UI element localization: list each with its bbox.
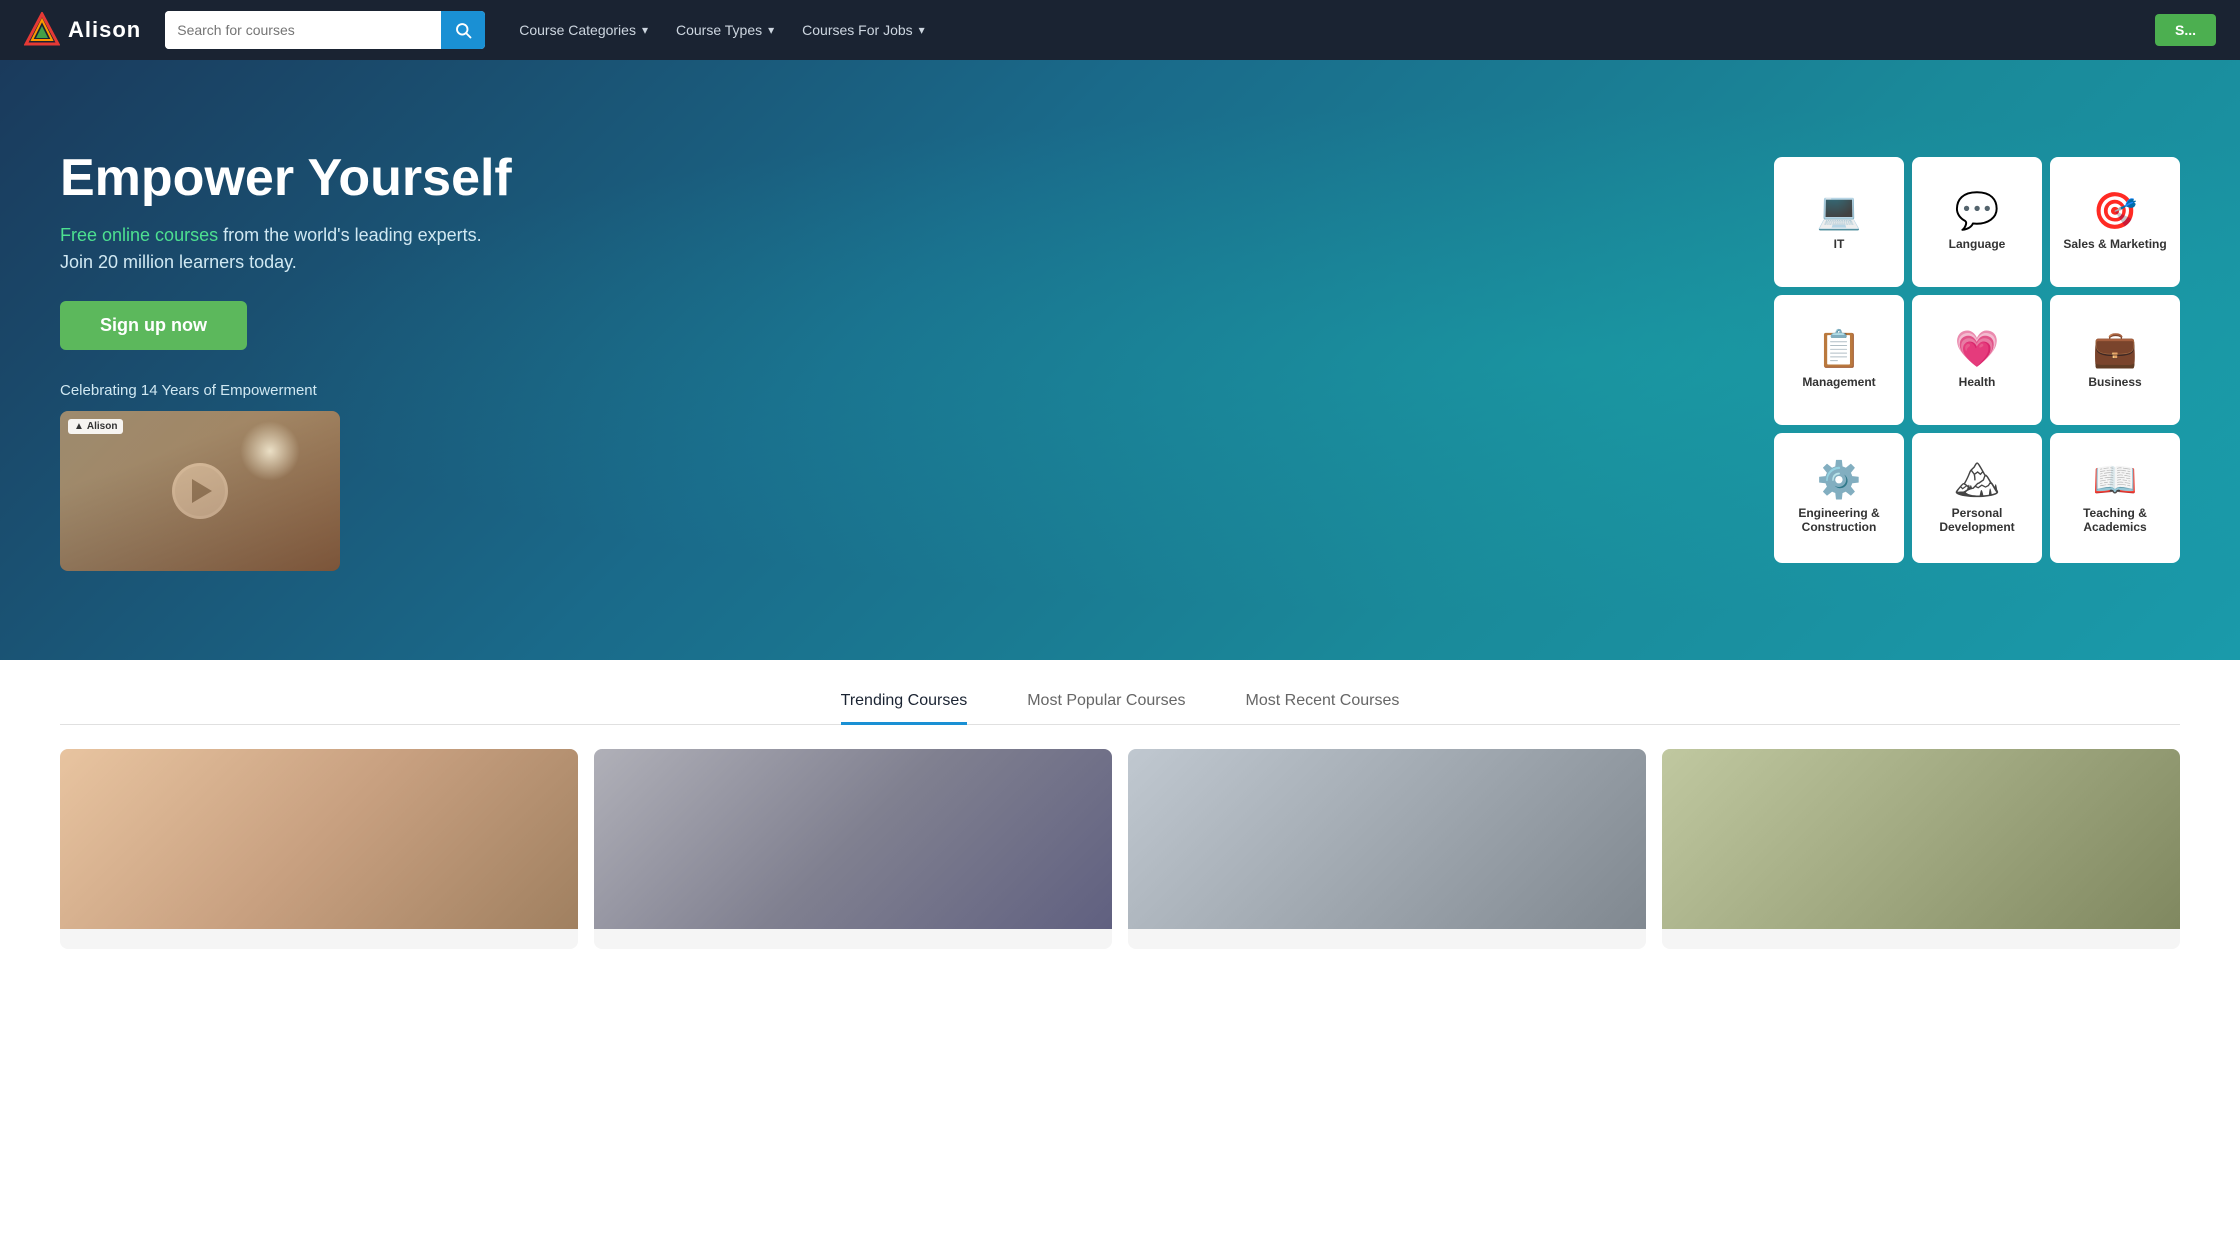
search-input[interactable] <box>165 11 441 49</box>
course-image-4 <box>1662 749 2180 929</box>
management-icon: 📋 <box>1817 331 1862 367</box>
category-card-sales-marketing[interactable]: 🎯 Sales & Marketing <box>2050 157 2180 287</box>
video-background <box>60 411 340 571</box>
course-image-1 <box>60 749 578 929</box>
navbar: Alison Course Categories ▾ Course Types … <box>0 0 2240 60</box>
teaching-academics-label: Teaching & Academics <box>2062 506 2168 534</box>
category-card-it[interactable]: 💻 IT <box>1774 157 1904 287</box>
it-label: IT <box>1834 237 1845 251</box>
course-card-2[interactable] <box>594 749 1112 949</box>
logo-icon <box>24 12 60 48</box>
teaching-academics-icon: 📖 <box>2093 462 2138 498</box>
management-label: Management <box>1802 375 1875 389</box>
hero-subtitle: Free online courses from the world's lea… <box>60 225 1734 246</box>
hero-section: Empower Yourself Free online courses fro… <box>0 60 2240 660</box>
nav-links: Course Categories ▾ Course Types ▾ Cours… <box>509 16 934 44</box>
category-card-business[interactable]: 💼 Business <box>2050 295 2180 425</box>
course-card-1[interactable] <box>60 749 578 949</box>
hero-signup-button[interactable]: Sign up now <box>60 301 247 350</box>
hero-title: Empower Yourself <box>60 149 1734 209</box>
category-grid: 💻 IT 💬 Language 🎯 Sales & Marketing 📋 Ma… <box>1774 157 2180 563</box>
alison-logo-small: ▲ <box>74 421 84 432</box>
category-card-health[interactable]: 💗 Health <box>1912 295 2042 425</box>
tab-most-recent-courses[interactable]: Most Recent Courses <box>1246 692 1400 725</box>
courses-section: Trending Courses Most Popular Courses Most… <box>0 660 2240 973</box>
hero-subtitle-rest: from the world's leading experts. <box>218 225 482 245</box>
signup-nav-button[interactable]: S... <box>2155 14 2216 46</box>
logo[interactable]: Alison <box>24 12 141 48</box>
video-thumbnail[interactable]: ▲ Alison <box>60 411 340 571</box>
health-icon: 💗 <box>1955 331 2000 367</box>
category-card-personal-development[interactable]: 🏔 Personal Development <box>1912 433 2042 563</box>
video-brand-label: ▲ Alison <box>68 419 123 434</box>
sales-marketing-icon: 🎯 <box>2093 193 2138 229</box>
search-button[interactable] <box>441 11 485 49</box>
category-card-language[interactable]: 💬 Language <box>1912 157 2042 287</box>
tab-trending-courses[interactable]: Trending Courses <box>841 692 968 725</box>
nav-course-categories[interactable]: Course Categories ▾ <box>509 16 658 44</box>
engineering-label: Engineering & Construction <box>1786 506 1892 534</box>
category-card-management[interactable]: 📋 Management <box>1774 295 1904 425</box>
nav-course-types[interactable]: Course Types ▾ <box>666 16 784 44</box>
category-card-engineering[interactable]: ⚙️ Engineering & Construction <box>1774 433 1904 563</box>
language-icon: 💬 <box>1955 193 2000 229</box>
course-image-2 <box>594 749 1112 929</box>
it-icon: 💻 <box>1817 193 1862 229</box>
tab-most-popular-courses[interactable]: Most Popular Courses <box>1027 692 1185 725</box>
engineering-icon: ⚙️ <box>1817 462 1862 498</box>
logo-text: Alison <box>68 17 141 43</box>
course-image-3 <box>1128 749 1646 929</box>
celebrating-text: Celebrating 14 Years of Empowerment <box>60 382 1734 399</box>
courses-row <box>60 749 2180 973</box>
course-card-3[interactable] <box>1128 749 1646 949</box>
tabs-row: Trending Courses Most Popular Courses Most… <box>60 692 2180 725</box>
chevron-down-icon: ▾ <box>642 23 648 37</box>
health-label: Health <box>1959 375 1996 389</box>
category-card-teaching-academics[interactable]: 📖 Teaching & Academics <box>2050 433 2180 563</box>
hero-left: Empower Yourself Free online courses fro… <box>60 149 1734 571</box>
language-label: Language <box>1949 237 2006 251</box>
chevron-down-icon: ▾ <box>768 23 774 37</box>
search-icon <box>454 21 472 39</box>
hero-highlight: Free online courses <box>60 225 218 245</box>
nav-right: S... <box>2155 14 2216 46</box>
business-icon: 💼 <box>2093 331 2138 367</box>
course-card-4[interactable] <box>1662 749 2180 949</box>
video-glow <box>240 421 300 481</box>
nav-courses-for-jobs[interactable]: Courses For Jobs ▾ <box>792 16 935 44</box>
business-label: Business <box>2088 375 2141 389</box>
chevron-down-icon: ▾ <box>919 23 925 37</box>
sales-marketing-label: Sales & Marketing <box>2063 237 2166 251</box>
search-bar <box>165 11 485 49</box>
personal-development-icon: 🏔 <box>1954 462 2000 498</box>
video-inner: ▲ Alison <box>60 411 340 571</box>
hero-sub2: Join 20 million learners today. <box>60 252 1734 273</box>
personal-development-label: Personal Development <box>1924 506 2030 534</box>
